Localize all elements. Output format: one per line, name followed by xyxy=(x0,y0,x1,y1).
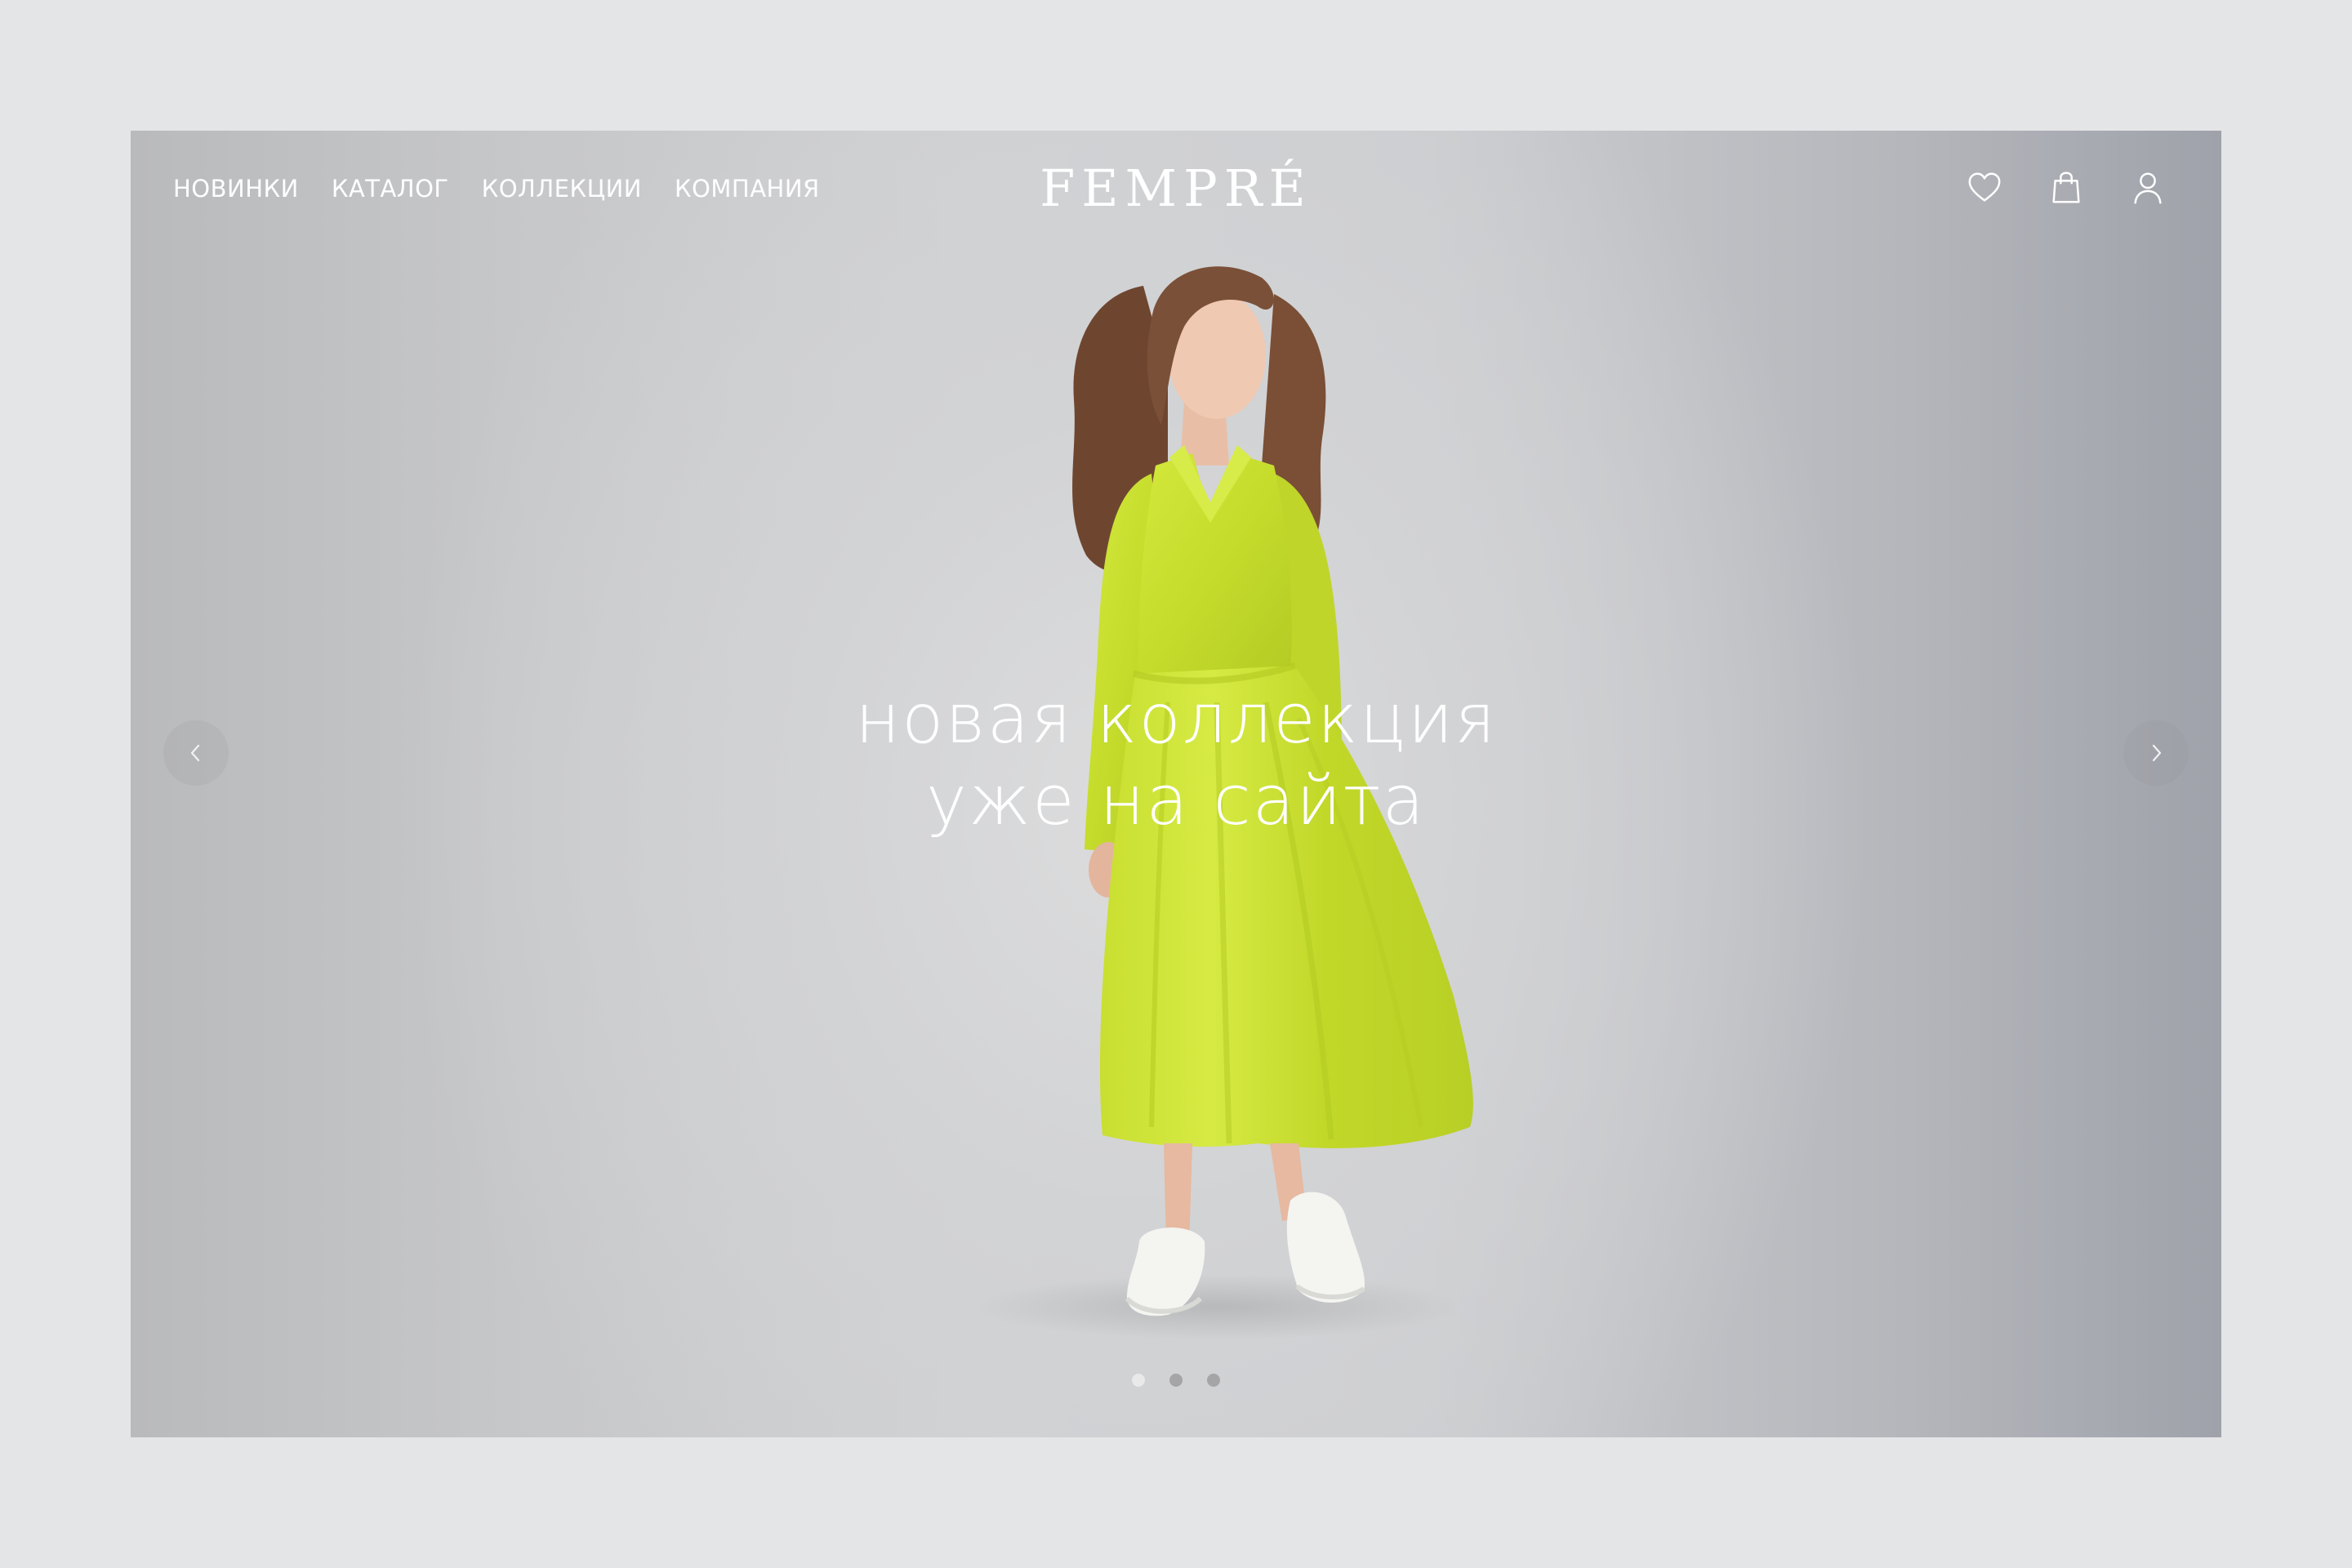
header-actions xyxy=(1963,167,2169,209)
slider-next-button[interactable] xyxy=(2123,720,2189,786)
chevron-left-icon xyxy=(190,744,200,762)
user-icon[interactable] xyxy=(2127,167,2169,209)
slider-dot-3[interactable] xyxy=(1207,1374,1220,1387)
chevron-right-icon xyxy=(2152,744,2162,762)
slider-dot-1[interactable] xyxy=(1132,1374,1145,1387)
hero-banner: НОВИНКИ КАТАЛОГ КОЛЛЕКЦИИ КОМПАНИЯ FEMPR… xyxy=(131,131,2221,1437)
hero-headline: новая коллекция уже на сайта xyxy=(131,678,2221,841)
slider-pagination xyxy=(131,1374,2221,1387)
heart-icon[interactable] xyxy=(1963,167,2006,209)
hero-headline-line-1: новая коллекция xyxy=(855,679,1497,759)
slider-prev-button[interactable] xyxy=(163,720,229,786)
hero-headline-line-2: уже на сайта xyxy=(925,760,1427,840)
shopping-bag-icon[interactable] xyxy=(2045,167,2087,209)
brand-logo[interactable]: FEMPRÉ xyxy=(131,158,2221,218)
slider-dot-2[interactable] xyxy=(1169,1374,1183,1387)
